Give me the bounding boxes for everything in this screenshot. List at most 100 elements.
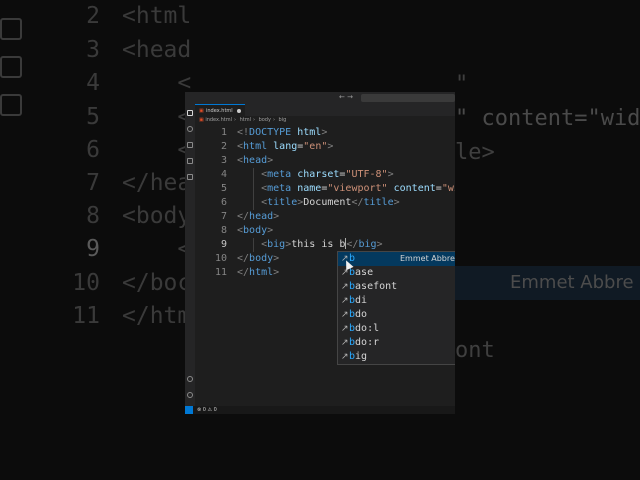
bg-right-text: "	[455, 72, 469, 97]
suggest-item[interactable]: ↗ bdo:l	[338, 322, 455, 336]
code-token: html	[243, 141, 268, 152]
code-token: <!	[237, 127, 250, 138]
tab-index-html[interactable]: ▣ index.html	[195, 104, 245, 116]
bg-line-number: 8	[86, 203, 100, 229]
code-token: </	[351, 197, 364, 208]
bg-line-number: 7	[86, 170, 100, 196]
line-number: 7	[220, 211, 227, 222]
explorer-icon[interactable]	[187, 110, 193, 116]
line-content: </html>	[237, 266, 279, 280]
remote-indicator[interactable]	[185, 406, 193, 414]
code-token: html	[249, 267, 274, 278]
search-icon[interactable]	[187, 126, 193, 132]
code-line[interactable]: 4 <meta charset="UTF-8">	[195, 168, 455, 182]
bg-line-text: </hea	[122, 170, 192, 196]
bg-right-text: ont	[455, 338, 495, 363]
bg-line-text: <	[122, 70, 192, 96]
breadcrumb-item[interactable]: index.html	[205, 117, 232, 123]
code-token: meta	[267, 169, 292, 180]
code-token: meta	[267, 183, 292, 194]
code-line[interactable]: 6 <title>Document</title>	[195, 196, 455, 210]
problems-status[interactable]: ⊗ 0 ⚠ 0	[197, 407, 217, 413]
wrench-icon: ↗	[341, 282, 349, 292]
wrench-icon: ↗	[341, 338, 349, 348]
code-line[interactable]: 2 <html lang="en">	[195, 140, 455, 154]
breadcrumb-item[interactable]: big	[279, 117, 287, 123]
code-token: >	[321, 127, 328, 138]
code-line[interactable]: 5 <meta name="viewport" content="wid	[195, 182, 455, 196]
line-content: <meta name="viewport" content="wid	[237, 182, 455, 196]
code-line[interactable]: 9 <big>this is b</big>	[195, 238, 455, 252]
line-content: <title>Document</title>	[237, 196, 400, 210]
code-token: title	[363, 197, 394, 208]
code-token: >	[273, 267, 280, 278]
bg-line-number: 6	[86, 137, 100, 163]
code-line[interactable]: 3 <head>	[195, 154, 455, 168]
code-token: >	[327, 141, 334, 152]
bg-line-number: 10	[72, 270, 100, 296]
suggest-item[interactable]: ↗ basefont	[338, 280, 455, 294]
code-token: >	[376, 239, 383, 250]
line-number: 2	[220, 141, 227, 152]
title-bar: ← →	[185, 92, 455, 104]
bg-line-text: <	[122, 137, 192, 163]
bg-line-text: <	[122, 236, 192, 262]
suggest-detail: Emmet Abbre	[400, 254, 455, 263]
line-number: 4	[220, 169, 227, 180]
line-content: <head>	[237, 154, 273, 168]
bg-right-text: " content="wid	[455, 106, 640, 131]
line-number: 5	[220, 183, 227, 194]
breadcrumb-item[interactable]: html	[240, 117, 251, 123]
code-token: title	[267, 197, 298, 208]
suggest-label: bdo:r	[349, 337, 380, 348]
code-token: "viewport"	[327, 183, 388, 194]
code-token: DOCTYPE	[249, 127, 292, 138]
line-number: 8	[220, 225, 227, 236]
settings-gear-icon[interactable]	[187, 392, 193, 398]
code-token: body	[243, 225, 268, 236]
code-token: big	[358, 239, 377, 250]
suggest-label: bdi	[349, 295, 368, 306]
breadcrumb-item[interactable]: body	[259, 117, 271, 123]
extensions-icon[interactable]	[187, 174, 193, 180]
line-number: 10	[214, 253, 227, 264]
bg-right-text: le>	[455, 140, 495, 165]
run-debug-icon[interactable]	[187, 158, 193, 164]
code-token: lang	[273, 141, 298, 152]
code-token: </	[346, 239, 359, 250]
suggest-item[interactable]: ↗ bdo	[338, 308, 455, 322]
code-line[interactable]: 7 </head>	[195, 210, 455, 224]
suggest-item[interactable]: ↗ bdo:r	[338, 336, 455, 350]
code-token: html	[297, 127, 322, 138]
code-token: >	[393, 197, 400, 208]
command-center[interactable]	[361, 94, 455, 102]
nav-arrows[interactable]: ← →	[339, 93, 353, 101]
suggest-item[interactable]: ↗ b Emmet Abbre	[338, 252, 455, 266]
bg-files-icon	[0, 18, 22, 40]
wrench-icon: ↗	[341, 352, 349, 362]
unsaved-dot-icon[interactable]	[237, 109, 241, 113]
code-line[interactable]: 1 <!DOCTYPE html>	[195, 126, 455, 140]
suggest-label: bdo	[349, 309, 368, 320]
account-icon[interactable]	[187, 376, 193, 382]
code-line[interactable]: 8 <body>	[195, 224, 455, 238]
line-content: <!DOCTYPE html>	[237, 126, 327, 140]
suggest-item[interactable]: ↗ base	[338, 266, 455, 280]
bg-line-text: <	[122, 104, 192, 130]
bg-line-number: 2	[86, 3, 100, 29]
code-token: "en"	[303, 141, 328, 152]
line-content: </head>	[237, 210, 279, 224]
suggest-item[interactable]: ↗ bdi	[338, 294, 455, 308]
code-token: >	[273, 253, 280, 264]
suggest-item[interactable]: ↗ big	[338, 350, 455, 364]
code-token: head	[249, 211, 274, 222]
source-control-icon[interactable]	[187, 142, 193, 148]
wrench-icon: ↗	[341, 296, 349, 306]
suggest-label: big	[349, 351, 368, 362]
code-token: </	[237, 267, 250, 278]
wrench-icon: ↗	[341, 310, 349, 320]
bg-extensions-icon	[0, 94, 22, 116]
